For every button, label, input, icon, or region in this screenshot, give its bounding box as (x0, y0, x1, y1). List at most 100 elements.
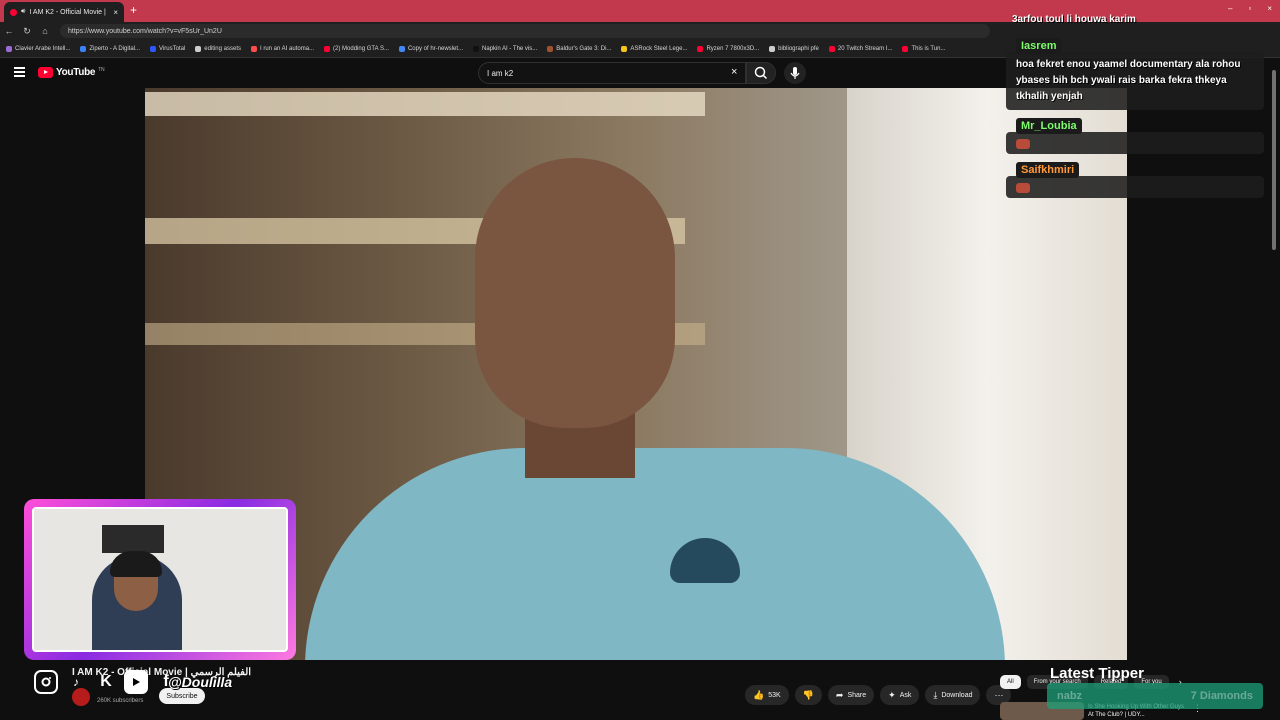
youtube-icon (124, 670, 148, 694)
bookmark-item[interactable]: Copy of hr-newslet... (398, 45, 463, 52)
bookmark-favicon-icon (150, 45, 157, 52)
bookmark-item[interactable]: (2) Modding GTA S... (324, 45, 389, 52)
bookmark-favicon-icon (769, 45, 776, 52)
bookmark-label: ASRock Steel Lege... (630, 45, 688, 52)
new-tab-button[interactable]: + (130, 3, 137, 17)
bookmark-item[interactable]: Napkin AI - The vis... (473, 45, 538, 52)
bookmark-item[interactable]: Clavier Arabe Intell... (6, 45, 71, 52)
more-icon: ⋯ (994, 689, 1004, 700)
ask-icon: ✦ (888, 689, 896, 700)
bookmark-item[interactable]: ASRock Steel Lege... (621, 45, 688, 52)
filter-chip[interactable]: All (1000, 675, 1021, 689)
back-icon[interactable]: ← (0, 26, 18, 36)
bookmark-favicon-icon (902, 45, 909, 52)
search-input[interactable]: I am k2 (478, 62, 746, 84)
like-label: 53K (768, 691, 781, 699)
share-icon: ➦ (835, 689, 844, 700)
speaker-icon[interactable]: 🔊︎ (21, 8, 25, 16)
person-shirt (305, 448, 1005, 660)
bookmark-label: I run an AI automa... (260, 45, 315, 52)
share-label: Share (847, 691, 867, 699)
bookmark-item[interactable]: Baldur's Gate 3: Di... (547, 45, 612, 52)
bookmark-favicon-icon (547, 45, 554, 52)
search-icon (754, 66, 768, 80)
bookmark-favicon-icon (697, 45, 704, 52)
background-shelf (145, 92, 705, 116)
stream-chat-overlay: 3arfou toul li houwa karim Iasrem hoa fekr… (1006, 10, 1264, 204)
bookmark-label: Ziperto - A Digital... (89, 45, 141, 52)
youtube-play-icon (38, 67, 53, 78)
home-icon[interactable]: ⌂ (36, 26, 54, 36)
subscriber-count: 260K subscribers (97, 698, 144, 704)
bookmark-item[interactable]: I run an AI automa... (251, 45, 315, 52)
chat-text: 3arfou toul li houwa karim (1012, 14, 1136, 25)
latest-tipper-box: nabz 7 Diamonds (1047, 683, 1263, 709)
latest-tipper-label: Latest Tipper (1050, 665, 1144, 682)
bookmark-favicon-icon (6, 45, 12, 52)
streamer-hair (110, 551, 162, 577)
bookmark-item[interactable]: 20 Twitch Stream I... (828, 45, 893, 52)
tipper-amount: 7 Diamonds (1190, 690, 1253, 702)
chat-message: Saifkhmiri (1006, 160, 1264, 198)
reload-icon[interactable]: ↻ (18, 26, 36, 37)
close-window-button[interactable]: × (1267, 4, 1272, 13)
bookmark-item[interactable]: Ziperto - A Digital... (80, 45, 141, 52)
youtube-logo[interactable]: YouTube TN (38, 67, 105, 78)
search-button[interactable] (746, 62, 776, 84)
bookmark-label: This is Tun... (911, 45, 946, 52)
bookmark-label: Napkin AI - The vis... (482, 45, 538, 52)
chat-text: hoa fekret enou yaamel documentary ala r… (1016, 59, 1241, 102)
wall-poster (102, 525, 164, 553)
bookmark-label: Ryzen 7 7800x3D... (706, 45, 760, 52)
download-button[interactable]: ⤓ Download (925, 685, 981, 705)
person-head (475, 158, 675, 428)
country-code: TN (98, 67, 105, 73)
download-label: Download (941, 691, 973, 699)
bookmark-label: 20 Twitch Stream I... (837, 45, 893, 52)
bookmark-favicon-icon (324, 45, 331, 52)
bookmark-favicon-icon (251, 45, 257, 52)
tab-close-icon[interactable]: × (113, 8, 118, 17)
dislike-button[interactable]: 👎 (794, 685, 822, 705)
bookmark-item[interactable]: editing assets (195, 45, 241, 52)
chat-message: 3arfou toul li houwa karim (1006, 10, 1264, 30)
chat-message: Mr_Loubia (1006, 116, 1264, 154)
chat-username: Saifkhmiri (1016, 162, 1080, 178)
bookmark-label: Clavier Arabe Intell... (15, 45, 71, 52)
bookmark-label: Baldur's Gate 3: Di... (556, 45, 612, 52)
like-button[interactable]: 👍 53K (745, 685, 789, 705)
browser-tab[interactable]: 🔊︎ I AM K2 - Official Movie | ...الفيلم … (4, 2, 124, 22)
streamer-handle: @Doulilla (168, 674, 233, 690)
bookmark-item[interactable]: VirusTotal (150, 45, 185, 52)
bookmark-label: bibliographi pfe (778, 45, 819, 52)
kick-icon: K (100, 673, 112, 690)
bookmark-favicon-icon (621, 45, 628, 52)
chat-message: Iasrem hoa fekret enou yaamel documentary… (1006, 36, 1264, 110)
bookmark-favicon-icon (80, 45, 87, 52)
instagram-icon (34, 670, 58, 694)
url-input[interactable]: https://www.youtube.com/watch?v=vF5sUr_U… (60, 24, 990, 38)
page-scrollbar[interactable] (1272, 70, 1276, 250)
bookmark-item[interactable]: Ryzen 7 7800x3D... (697, 45, 760, 52)
dislike-icon: 👎 (802, 689, 814, 700)
share-button[interactable]: ➦ Share (827, 685, 875, 705)
chat-emote-icon (1016, 183, 1030, 193)
bookmark-favicon-icon (828, 45, 835, 52)
like-icon: 👍 (753, 689, 765, 700)
bookmark-label: (2) Modding GTA S... (333, 45, 389, 52)
video-actions: 👍 53K 👎 ➦ Share ✦ Ask ⤓ Download ⋯ (745, 685, 1012, 705)
webcam-overlay (24, 499, 296, 660)
bookmark-label: editing assets (204, 45, 241, 52)
clear-search-icon[interactable]: × (731, 66, 737, 78)
download-icon: ⤓ (933, 689, 938, 700)
ask-button[interactable]: ✦ Ask (880, 685, 920, 705)
bookmark-label: Copy of hr-newslet... (407, 45, 463, 52)
tipper-name: nabz (1057, 690, 1083, 702)
voice-search-button[interactable] (784, 62, 806, 84)
microphone-icon (790, 67, 800, 79)
bookmark-item[interactable]: This is Tun... (902, 45, 946, 52)
bookmark-favicon-icon (398, 45, 405, 52)
menu-icon[interactable] (14, 67, 25, 77)
tab-title: I AM K2 - Official Movie | ...الفيلم (29, 9, 107, 16)
bookmark-item[interactable]: bibliographi pfe (769, 45, 819, 52)
